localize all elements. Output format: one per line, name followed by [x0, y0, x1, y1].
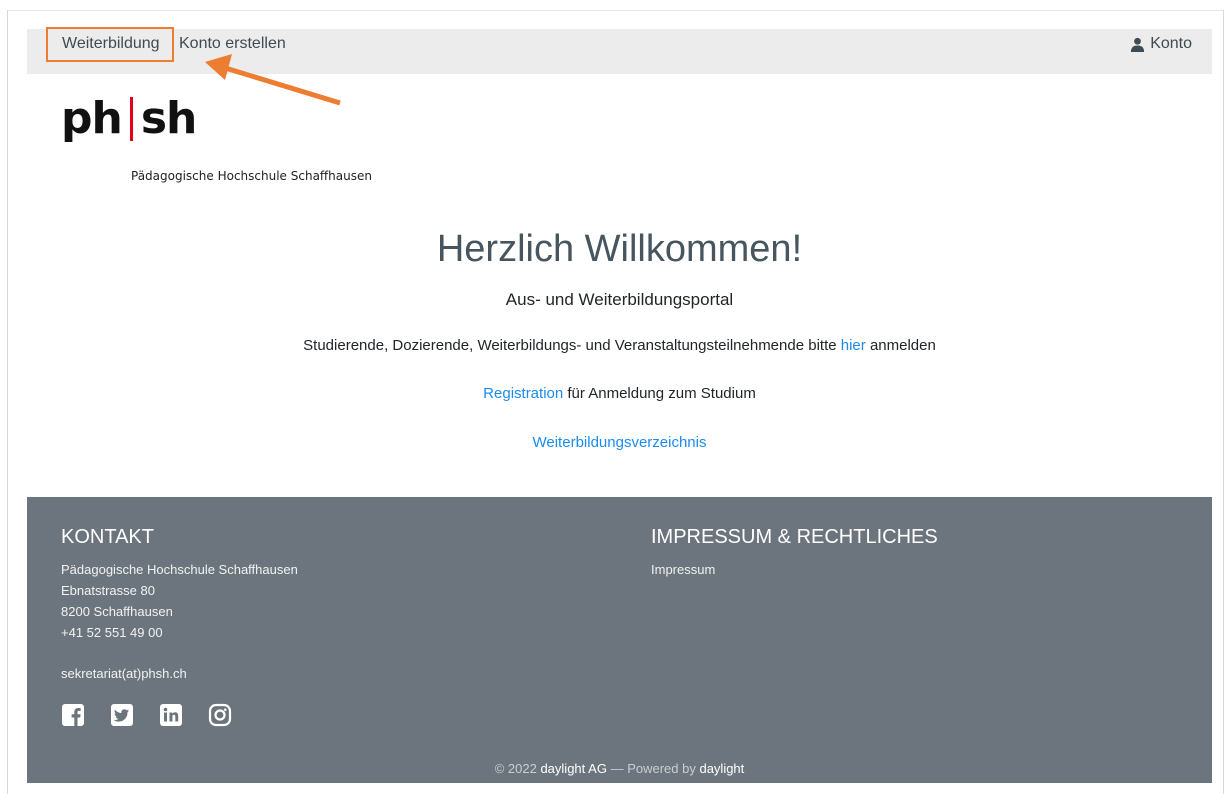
login-here-link[interactable]: hier — [841, 337, 866, 354]
account-label: Konto — [1150, 35, 1192, 52]
welcome-heading: Herzlich Willkommen! — [436, 228, 803, 270]
contact-heading: KONTAKT — [61, 526, 154, 548]
daylight-link[interactable]: daylight — [699, 761, 744, 776]
logo-divider — [129, 97, 133, 141]
user-icon — [1131, 37, 1145, 52]
login-instruction: Studierende, Dozierende, Weiterbildungs-… — [27, 337, 1212, 354]
contact-address: Pädagogische Hochschule Schaffhausen Ebn… — [61, 559, 298, 643]
copyright-notice: © 2022 daylight AG — Powered by daylight — [27, 761, 1212, 776]
phsh-logo[interactable]: ph sh — [61, 92, 198, 146]
address-line: 8200 Schaffhausen — [61, 604, 173, 619]
weiterbildungsverzeichnis-link[interactable]: Weiterbildungsverzeichnis — [533, 434, 707, 451]
logo-mark-right: sh — [140, 93, 198, 144]
page-footer: KONTAKT Pädagogische Hochschule Schaffha… — [27, 497, 1212, 783]
contact-email[interactable]: sekretariat(at)phsh.ch — [61, 663, 187, 684]
window-top-edge — [7, 10, 1224, 11]
legal-heading: IMPRESSUM & RECHTLICHES — [651, 526, 938, 548]
copyright-prefix: © 2022 — [494, 761, 537, 776]
instagram-icon[interactable] — [208, 703, 232, 727]
top-navbar: Weiterbildung Konto erstellen Konto — [27, 29, 1212, 74]
window-left-edge — [7, 10, 8, 794]
copyright-mid: — Powered by — [610, 761, 696, 776]
linkedin-icon[interactable] — [159, 703, 183, 727]
address-line: Ebnatstrasse 80 — [61, 583, 155, 598]
impressum-link[interactable]: Impressum — [651, 559, 715, 580]
address-line: Pädagogische Hochschule Schaffhausen — [61, 562, 298, 577]
portal-subtitle: Aus- und Weiterbildungsportal — [505, 290, 734, 309]
social-links — [61, 703, 232, 727]
registration-link[interactable]: Registration — [483, 385, 563, 402]
login-text-before: Studierende, Dozierende, Weiterbildungs-… — [303, 337, 837, 354]
facebook-icon[interactable] — [61, 703, 85, 727]
logo-subtitle: Pädagogische Hochschule Schaffhausen — [131, 169, 372, 183]
login-text-after: anmelden — [869, 337, 936, 354]
account-menu-link[interactable]: Konto — [1130, 35, 1192, 53]
nav-konto-erstellen-link[interactable]: Konto erstellen — [179, 35, 286, 53]
twitter-icon[interactable] — [110, 703, 134, 727]
window-right-edge — [1223, 10, 1224, 794]
phone-number: +41 52 551 49 00 — [61, 625, 163, 640]
annotation-highlight-box — [46, 27, 174, 62]
registration-text: für Anmeldung zum Studium — [567, 385, 756, 402]
logo-mark-left: ph — [61, 93, 123, 144]
registration-line: Registration für Anmeldung zum Studium — [27, 385, 1212, 402]
copyright-company-link[interactable]: daylight AG — [540, 761, 607, 776]
catalog-line: Weiterbildungsverzeichnis — [27, 434, 1212, 451]
